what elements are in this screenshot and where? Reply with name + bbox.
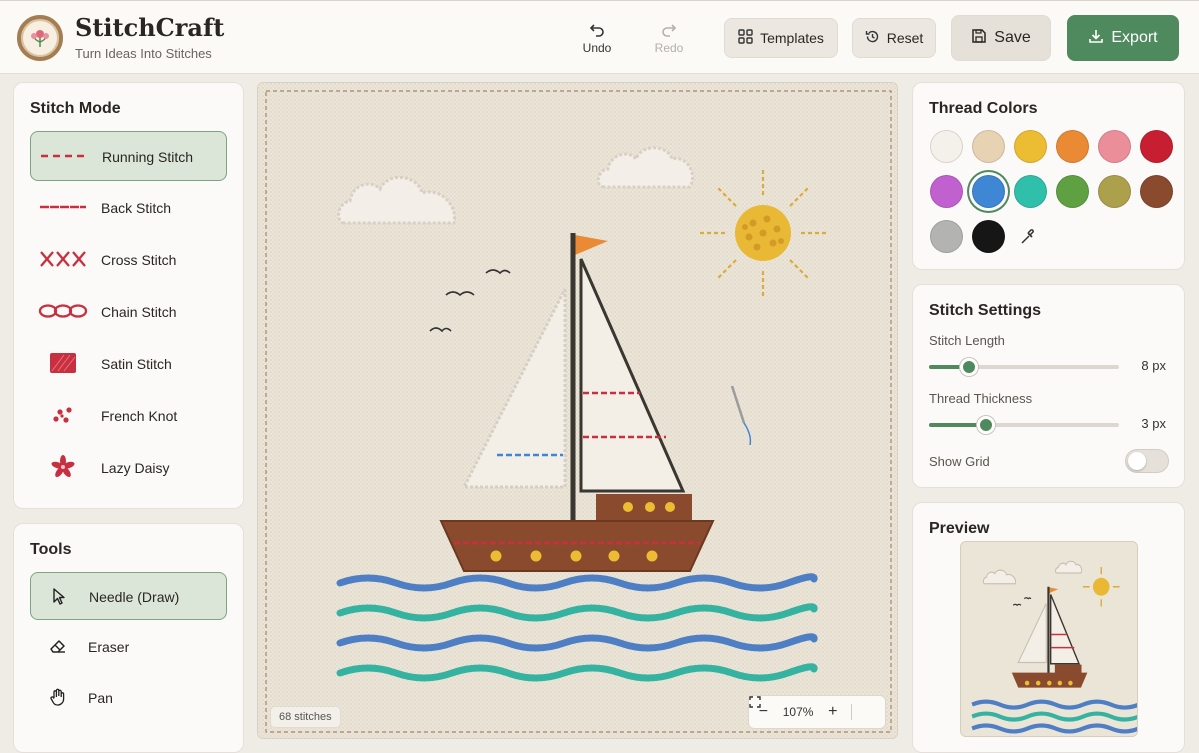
download-icon [1088,28,1104,49]
stitch-mode-label: Satin Stitch [101,356,172,372]
color-swatch[interactable] [972,130,1005,163]
stitch-mode-french-knot[interactable]: French Knot [30,391,227,441]
color-swatch[interactable] [1014,175,1047,208]
tools-title: Tools [30,541,72,558]
stitch-mode-back[interactable]: Back Stitch [30,183,227,233]
stitch-mode-satin[interactable]: Satin Stitch [30,339,227,389]
zoom-level: 107% [782,705,814,719]
embroidery-canvas[interactable]: 68 stitches − 107% + [257,82,898,739]
back-stitch-icon [40,205,86,209]
embroidery-artwork [258,83,897,738]
embroidery-hoop-logo-icon [17,15,63,61]
color-swatch[interactable] [1140,175,1173,208]
stitch-length-value: 8 px [1141,358,1166,373]
save-label: Save [994,29,1031,46]
thread-colors-title: Thread Colors [929,100,1038,117]
stitch-mode-label: Running Stitch [102,149,194,165]
stitch-mode-title: Stitch Mode [30,100,121,117]
preview-thumbnail [960,541,1138,737]
color-swatch[interactable] [972,220,1005,253]
hand-icon [50,688,65,706]
stitch-mode-label: Chain Stitch [101,304,177,320]
stitch-mode-label: Cross Stitch [101,252,177,268]
slider-knob[interactable] [959,358,978,376]
eraser-icon [50,640,65,653]
redo-label: Redo [654,41,684,55]
app-header: StitchCraft Turn Ideas Into Stitches Und… [0,0,1199,74]
undo-icon [572,21,622,41]
history-icon [865,29,880,47]
app-title: StitchCraft [75,13,225,42]
zoom-in-button[interactable]: + [818,703,847,721]
stitch-settings-panel: Stitch Settings Stitch Length 8 px Threa… [912,284,1185,488]
thread-thickness-slider[interactable] [929,416,1119,434]
color-swatch[interactable] [1056,175,1089,208]
zoom-controls: − 107% + [748,695,886,729]
floppy-disk-icon [971,28,987,49]
stitch-mode-label: Back Stitch [101,200,172,216]
show-grid-label: Show Grid [929,454,990,469]
color-swatch[interactable] [1014,130,1047,163]
stitch-length-label: Stitch Length [929,333,1005,348]
undo-label: Undo [582,41,612,55]
satin-stitch-icon [50,353,76,373]
stitch-mode-label: Lazy Daisy [101,460,170,476]
preview-artwork [961,542,1137,736]
undo-button[interactable]: Undo [572,21,622,61]
tools-panel: Tools Needle (Draw) Eraser Pan [13,523,244,753]
stitch-settings-title: Stitch Settings [929,302,1042,319]
preview-panel: Preview [912,502,1185,753]
color-swatch[interactable] [930,175,963,208]
tool-label: Eraser [88,639,130,655]
color-swatch[interactable] [930,220,963,253]
show-grid-toggle[interactable] [1125,449,1169,473]
stitch-mode-running[interactable]: Running Stitch [30,131,227,181]
redo-icon [644,21,694,41]
stitch-mode-chain[interactable]: Chain Stitch [30,287,227,337]
tool-needle[interactable]: Needle (Draw) [30,572,227,620]
color-swatch[interactable] [1098,130,1131,163]
tool-label: Pan [88,690,113,706]
stitch-mode-panel: Stitch Mode Running Stitch Back Stitch C… [13,82,244,509]
app-subtitle: Turn Ideas Into Stitches [75,46,212,61]
save-button[interactable]: Save [951,15,1051,61]
lazy-daisy-icon [51,455,75,478]
zoom-divider [851,704,853,720]
reset-button[interactable]: Reset [852,18,936,58]
redo-button[interactable]: Redo [644,21,694,61]
stitch-mode-label: French Knot [101,408,178,424]
reset-label: Reset [886,30,924,46]
templates-button[interactable]: Templates [724,18,838,58]
thread-colors-panel: Thread Colors [912,82,1185,270]
chain-stitch-icon [38,304,88,318]
stitch-mode-cross[interactable]: Cross Stitch [30,235,227,285]
slider-knob[interactable] [977,416,995,434]
color-swatch[interactable] [930,130,963,163]
tool-pan[interactable]: Pan [30,674,227,722]
cursor-icon [53,588,65,605]
french-knot-icon [53,407,72,423]
export-button[interactable]: Export [1067,15,1179,61]
grid-icon [738,29,753,47]
export-label: Export [1111,29,1158,46]
fullscreen-icon [749,696,761,708]
templates-label: Templates [760,30,824,46]
stitch-length-slider[interactable] [929,358,1119,376]
eyedropper-icon[interactable] [1019,228,1037,246]
toggle-knob [1128,452,1146,470]
tool-label: Needle (Draw) [89,589,180,605]
cross-stitch-icon [40,251,86,267]
thread-thickness-label: Thread Thickness [929,391,1033,406]
color-swatch[interactable] [1098,175,1131,208]
stitch-count-badge: 68 stitches [270,706,341,728]
tool-eraser[interactable]: Eraser [30,623,227,671]
running-stitch-icon [41,154,87,158]
color-swatch[interactable] [1056,130,1089,163]
color-swatch[interactable] [972,175,1005,208]
stitch-mode-lazy-daisy[interactable]: Lazy Daisy [30,443,227,493]
preview-title: Preview [929,520,990,537]
thread-thickness-value: 3 px [1141,416,1166,431]
color-swatch[interactable] [1140,130,1173,163]
